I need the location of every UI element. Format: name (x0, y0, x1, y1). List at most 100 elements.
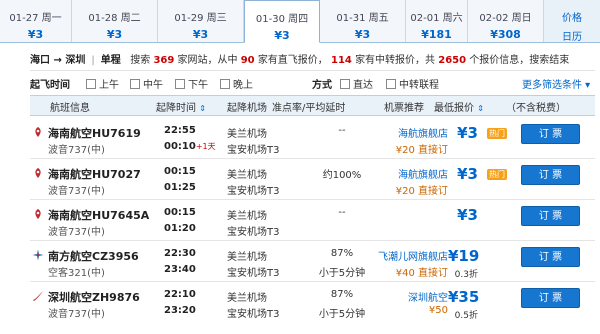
header-flight: 航班信息 (50, 103, 90, 114)
agent-name[interactable]: 深圳航空 (350, 289, 448, 304)
takeoff-time-label: 起飞时间 (30, 80, 70, 91)
mode-label: 方式 (312, 80, 332, 91)
flight-airline[interactable]: 海南航空HU7619 (48, 125, 141, 141)
header-airport: 起降机场 (227, 103, 267, 114)
book-button[interactable]: 订 票 (521, 206, 580, 226)
filter-direct[interactable]: 直达 (340, 76, 373, 91)
filter-transfer[interactable]: 中转联程 (386, 76, 439, 91)
sort-icon: ⇕ (477, 104, 484, 113)
lowest-price: ¥19 (448, 247, 480, 265)
calendar-label-1: 价格 (562, 13, 582, 24)
filter-morning[interactable]: 上午 (86, 76, 119, 91)
date-tab-0129[interactable]: 01-29 周三 ¥3 (158, 0, 244, 42)
arr-time: 00:10+1天 (164, 141, 216, 152)
checkbox[interactable] (175, 79, 185, 89)
flight-aircraft: 空客321(中) (48, 268, 105, 279)
agent-name[interactable]: 飞潮儿网旗舰店 (350, 248, 448, 263)
hot-badge: 热门 (487, 128, 507, 139)
date-tab-0128[interactable]: 01-28 周二 ¥3 (72, 0, 158, 42)
arr-time: 01:25 (164, 182, 196, 193)
header-tax-note: （不含税费） (506, 103, 566, 114)
quote-count: 2650 (438, 55, 467, 66)
checkbox[interactable] (86, 79, 96, 89)
lowest-price: ¥3 (457, 124, 478, 142)
date-tab-0127[interactable]: 01-27 周一 ¥3 (0, 0, 72, 42)
agent-name[interactable]: 海航旗舰店 (350, 166, 448, 181)
flight-aircraft: 波音737(中) (48, 186, 105, 197)
arr-airport: 宝安机场T3 (227, 227, 280, 238)
shenzhen-airlines-logo-icon (33, 291, 43, 301)
checkbox[interactable] (340, 79, 350, 89)
flight-airline[interactable]: 南方航空CZ3956 (48, 248, 139, 264)
book-button[interactable]: 订 票 (521, 247, 580, 267)
arr-airport: 宝安机场T3 (227, 145, 280, 156)
arr-time: 23:20 (164, 305, 196, 316)
date-tab-0201[interactable]: 02-01 周六 ¥181 (406, 0, 468, 42)
dep-time: 00:15 (164, 166, 196, 177)
header-lowest-price[interactable]: 最低报价 ⇕ (434, 99, 484, 114)
arr-time: 23:40 (164, 264, 196, 275)
date-tab-bar: 01-27 周一 ¥3 01-28 周二 ¥3 01-29 周三 ¥3 01-30 周… (0, 0, 600, 43)
summary-text: 个报价信息，搜索结束 (469, 55, 570, 66)
book-button[interactable]: 订 票 (521, 288, 580, 308)
header-time[interactable]: 起降时间 ⇕ (156, 99, 206, 114)
hainan-airlines-logo-icon (35, 168, 41, 178)
arr-airport: 宝安机场T3 (227, 309, 280, 320)
agent-note: ¥40 直接订 (395, 268, 448, 279)
calendar-label-2: 日历 (562, 32, 582, 43)
transfer-count: 114 (331, 55, 352, 66)
flight-aircraft: 波音737(中) (48, 145, 105, 156)
agent-note: ¥20 直接订 (395, 145, 448, 156)
flight-airline[interactable]: 海南航空HU7027 (48, 166, 141, 182)
checkbox[interactable] (386, 79, 396, 89)
date-label: 01-28 周二 (88, 13, 141, 24)
summary-text: 家有直飞报价， (257, 55, 328, 66)
arr-airport: 宝安机场T3 (227, 186, 280, 197)
agent-name[interactable]: 海航旗舰店 (350, 125, 448, 140)
lowest-price: ¥3 (457, 165, 478, 183)
book-button[interactable]: 订 票 (521, 124, 580, 144)
more-filters-link[interactable]: 更多筛选条件 ▾ (522, 76, 590, 91)
hot-badge: 热门 (487, 169, 507, 180)
hainan-airlines-logo-icon (35, 127, 41, 137)
date-tab-0130-selected[interactable]: 01-30 周四 ¥3 (244, 0, 320, 43)
dep-airport: 美兰机场 (227, 129, 267, 140)
flight-row: 深圳航空ZH9876 波音737(中) 22:10 23:20 美兰机场 宝安机… (30, 282, 595, 322)
date-price: ¥3 (274, 29, 290, 42)
date-price: ¥3 (106, 28, 123, 41)
book-button[interactable]: 订 票 (521, 165, 580, 185)
dep-airport: 美兰机场 (227, 170, 267, 181)
summary-text: 搜索 (130, 55, 151, 66)
direct-count: 90 (240, 55, 255, 66)
dep-time: 22:10 (164, 289, 196, 300)
flight-airline[interactable]: 深圳航空ZH9876 (48, 289, 140, 305)
lowest-price: ¥35 (448, 288, 480, 306)
checkbox[interactable] (220, 79, 230, 89)
filter-bar: 起飞时间 上午 中午 下午 晚上 方式 直达 中转联程 更多筛选条件 ▾ (30, 70, 595, 93)
checkbox[interactable] (130, 79, 140, 89)
price-calendar-tab[interactable]: 价格 日历 (544, 0, 600, 43)
date-label: 01-29 周三 (174, 13, 227, 24)
results-header: 航班信息 起降时间 ⇕ 起降机场 准点率/平均延时 机票推荐 最低报价 ⇕ （不… (30, 95, 595, 116)
date-tab-0131[interactable]: 01-31 周五 ¥3 (320, 0, 406, 42)
china-southern-logo-icon (32, 249, 44, 261)
flight-airline[interactable]: 海南航空HU7645A (48, 207, 149, 223)
date-tab-0202[interactable]: 02-02 周日 ¥308 (468, 0, 544, 42)
hainan-airlines-logo-icon (35, 209, 41, 219)
filter-noon[interactable]: 中午 (130, 76, 163, 91)
header-punctuality: 准点率/平均延时 (272, 103, 346, 114)
arr-time: 01:20 (164, 223, 196, 234)
filter-evening[interactable]: 晚上 (220, 76, 253, 91)
dep-time: 22:55 (164, 125, 196, 136)
summary-text: 家有中转报价，共 (355, 55, 436, 66)
date-label: 02-01 周六 (410, 13, 463, 24)
date-price: ¥181 (421, 28, 452, 41)
flight-row: 海南航空HU7619 波音737(中) 22:55 00:10+1天 美兰机场 … (30, 118, 595, 159)
header-agent: 机票推荐 (384, 103, 424, 114)
dep-airport: 美兰机场 (227, 211, 267, 222)
flight-row: 海南航空HU7645A 波音737(中) 00:15 01:20 美兰机场 宝安… (30, 200, 595, 241)
lowest-price: ¥3 (457, 206, 478, 224)
discount: 0.5折 (454, 311, 478, 321)
site-count: 369 (153, 55, 175, 66)
filter-afternoon[interactable]: 下午 (175, 76, 208, 91)
